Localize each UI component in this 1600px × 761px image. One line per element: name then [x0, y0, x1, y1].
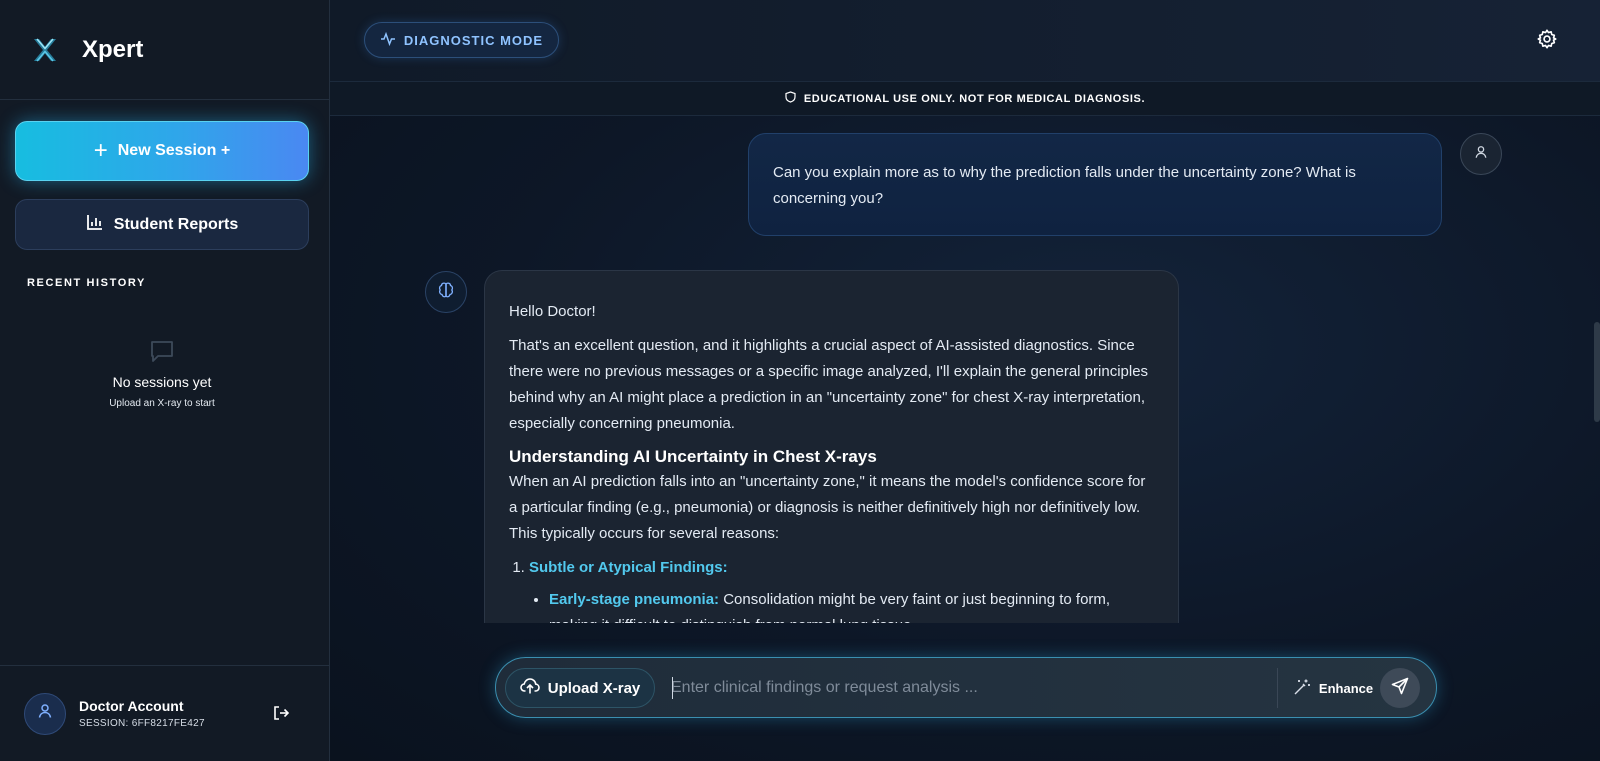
diagnostic-mode-label: DIAGNOSTIC MODE [403, 32, 544, 48]
empty-history: No sessions yet Upload an X-ray to start [0, 338, 324, 409]
account-text: Doctor Account SESSION: 6FF8217FE427 [79, 698, 205, 729]
empty-subtitle: Upload an X-ray to start [109, 398, 215, 409]
sub-item-label: Early-stage pneumonia: [549, 591, 720, 608]
user-avatar [1460, 133, 1502, 175]
user-message: Can you explain more as to why the predi… [748, 133, 1442, 236]
reason-list: Subtle or Atypical Findings: Early-stage… [529, 555, 1154, 623]
bar-chart-icon [86, 213, 114, 236]
diagnostic-mode-badge[interactable]: DIAGNOSTIC MODE [364, 22, 559, 58]
sub-list-item: Early-stage pneumonia: Consolidation mig… [549, 587, 1154, 623]
empty-title: No sessions yet [112, 374, 212, 390]
recent-history-heading: RECENT HISTORY [27, 277, 146, 289]
assistant-explanation: When an AI prediction falls into an "unc… [509, 473, 1146, 542]
sidebar: Xpert + New Session + Student Reports RE… [0, 0, 330, 761]
clinical-input[interactable] [671, 670, 1251, 706]
x-logo-icon [28, 33, 62, 67]
main-panel: DIAGNOSTIC MODE EDUCATIONAL USE ONLY. NO… [330, 0, 1600, 761]
send-button[interactable] [1380, 668, 1420, 708]
assistant-greeting: Hello Doctor! [509, 303, 596, 320]
brand: Xpert [0, 0, 329, 100]
activity-pulse-icon [380, 31, 404, 49]
assistant-heading: Understanding AI Uncertainty in Chest X-… [509, 447, 877, 466]
topbar: DIAGNOSTIC MODE [330, 0, 1600, 82]
send-icon [1391, 677, 1409, 700]
chat-bubble-icon [0, 338, 324, 364]
list-item: Subtle or Atypical Findings: Early-stage… [529, 555, 1154, 623]
text-caret [672, 677, 673, 699]
plus-icon: + [93, 137, 108, 164]
app-name: Xpert [82, 35, 144, 63]
account-panel: Doctor Account SESSION: 6FF8217FE427 [0, 665, 330, 761]
sub-list: Early-stage pneumonia: Consolidation mig… [549, 587, 1154, 623]
chat-scrollbar[interactable] [1594, 322, 1600, 422]
user-message-text: Can you explain more as to why the predi… [773, 164, 1356, 207]
shield-icon [785, 91, 804, 106]
enhance-label: Enhance [1318, 680, 1374, 696]
assistant-intro: That's an excellent question, and it hig… [509, 337, 1149, 432]
disclaimer-text: EDUCATIONAL USE ONLY. NOT FOR MEDICAL DI… [803, 92, 1146, 105]
session-id: SESSION: 6FF8217FE427 [79, 718, 205, 729]
student-reports-label: Student Reports [113, 215, 239, 233]
brain-icon [437, 281, 455, 304]
logout-icon[interactable] [272, 704, 290, 727]
composer-divider [1277, 668, 1278, 708]
avatar[interactable] [24, 692, 66, 735]
bot-avatar [425, 271, 467, 313]
user-icon [1474, 145, 1488, 164]
student-reports-button[interactable]: Student Reports [15, 199, 309, 250]
assistant-message: Hello Doctor! That's an excellent questi… [484, 270, 1179, 623]
enhance-button[interactable]: Enhance [1292, 668, 1374, 708]
account-name: Doctor Account [79, 698, 184, 714]
list-item-title: Subtle or Atypical Findings: [529, 559, 728, 576]
magic-wand-icon [1293, 678, 1319, 699]
cloud-upload-icon [519, 677, 548, 699]
composer: Upload X-ray Enhance [495, 657, 1437, 718]
upload-xray-button[interactable]: Upload X-ray [505, 668, 655, 708]
upload-xray-label: Upload X-ray [547, 679, 641, 697]
user-icon [37, 703, 53, 724]
new-session-label: New Session + [117, 142, 231, 159]
gear-icon[interactable] [1536, 28, 1558, 55]
new-session-button[interactable]: + New Session + [15, 121, 309, 181]
disclaimer-banner: EDUCATIONAL USE ONLY. NOT FOR MEDICAL DI… [330, 82, 1600, 116]
